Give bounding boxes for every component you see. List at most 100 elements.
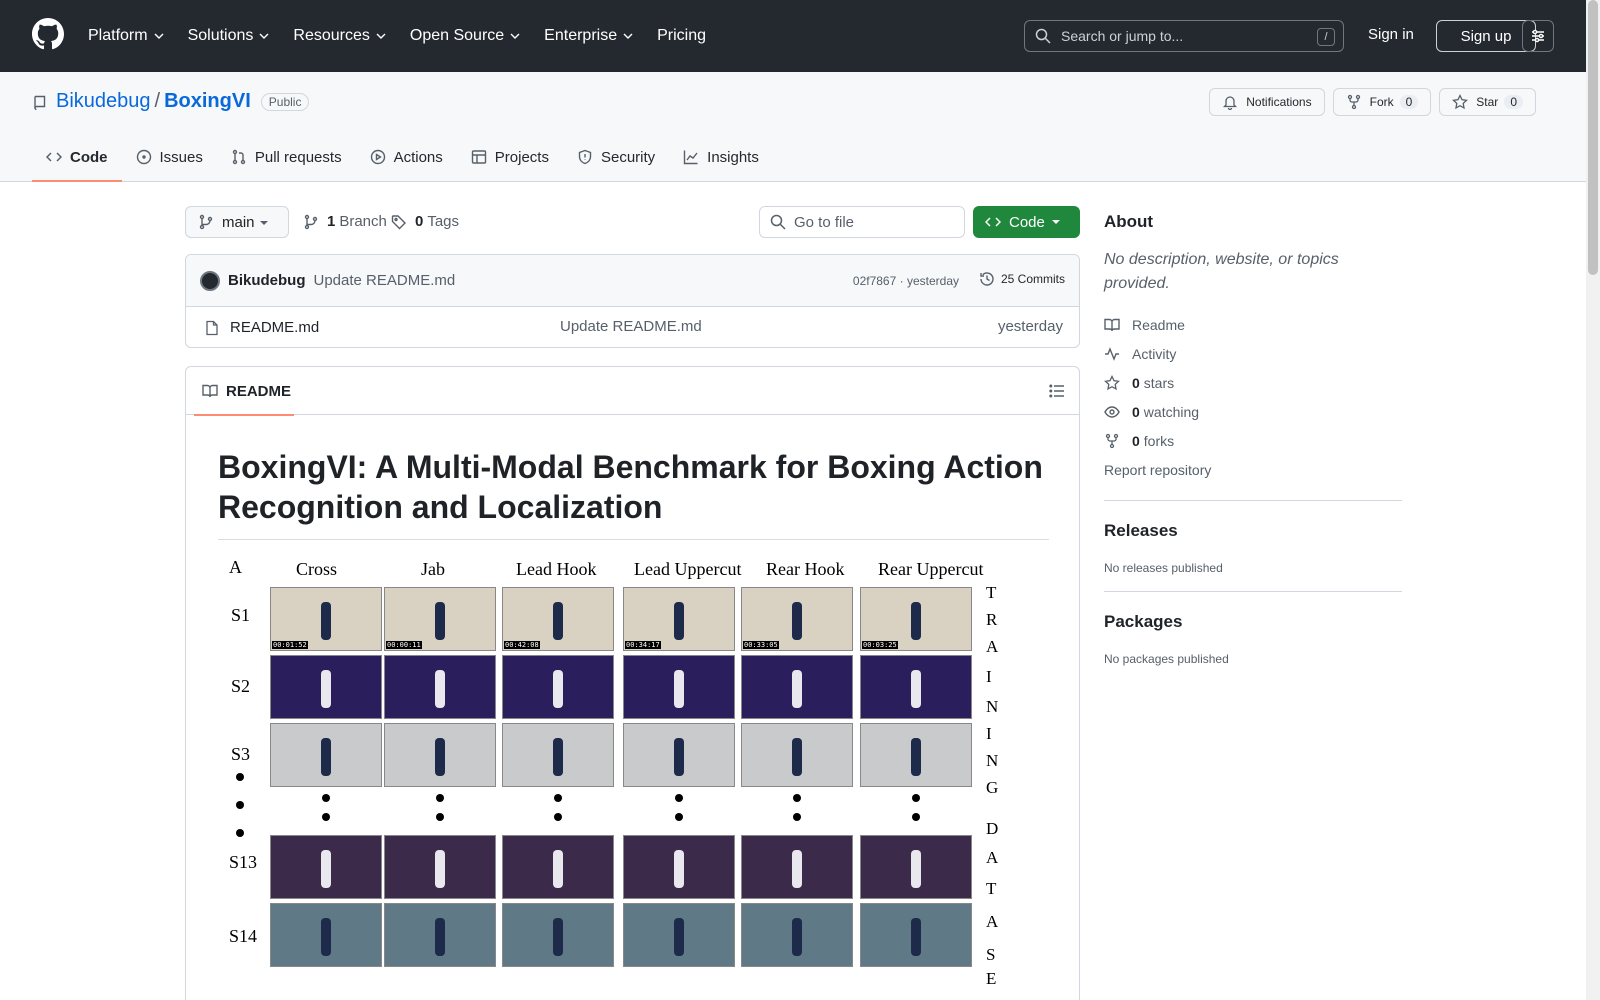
commits-history-link[interactable]: 25 Commits <box>979 271 1065 287</box>
readme-link[interactable]: Readme <box>1104 310 1402 339</box>
tab-issues[interactable]: Issues <box>122 132 217 182</box>
tab-actions[interactable]: Actions <box>356 132 457 182</box>
file-toolbar: main 1 Branch 0 Tags Go to file Code <box>185 206 1080 238</box>
nav-enterprise[interactable]: Enterprise <box>544 27 633 45</box>
play-circle-icon <box>370 149 385 165</box>
figure-ellipsis-dot <box>322 813 330 821</box>
tab-insights[interactable]: Insights <box>669 132 773 182</box>
fork-count: 0 <box>1399 95 1419 109</box>
chevron-down-icon <box>623 33 633 39</box>
releases-heading[interactable]: Releases <box>1104 521 1402 541</box>
search-input[interactable]: Search or jump to... / <box>1024 20 1344 52</box>
figure-col-label: Rear Uppercut <box>878 559 984 579</box>
forks-link[interactable]: 0 forks <box>1104 426 1402 455</box>
code-icon <box>46 152 62 162</box>
repo-name-link[interactable]: BoxingVI <box>164 90 251 113</box>
file-commit-message[interactable]: Update README.md <box>560 318 702 335</box>
boxer-silhouette <box>674 918 684 956</box>
boxer-silhouette <box>553 738 563 776</box>
nav-label: Pricing <box>657 27 706 44</box>
nav-label: Open Source <box>409 27 505 44</box>
code-download-button[interactable]: Code <box>973 206 1080 238</box>
watching-link[interactable]: 0 watching <box>1104 397 1402 426</box>
table-row[interactable]: README.md Update README.md yesterday <box>186 307 1079 347</box>
nav-solutions[interactable]: Solutions <box>188 27 270 45</box>
readme-tab[interactable]: README <box>194 367 294 416</box>
figure-ellipsis-dot <box>236 801 244 809</box>
commit-message-link[interactable]: Update README.md <box>314 272 456 289</box>
nav-resources[interactable]: Resources <box>293 27 386 45</box>
star-button[interactable]: Star 0 <box>1439 88 1536 116</box>
nav-pricing[interactable]: Pricing <box>657 27 706 45</box>
activity-link[interactable]: Activity <box>1104 339 1402 368</box>
about-heading: About <box>1104 212 1154 231</box>
tag-count: 0 <box>415 213 424 230</box>
report-repository-link[interactable]: Report repository <box>1104 455 1402 484</box>
page-scrollbar[interactable] <box>1586 0 1600 1000</box>
figure-ellipsis-dot <box>554 794 562 802</box>
github-logo-icon[interactable] <box>32 18 64 50</box>
commit-hash[interactable]: 02f7867 <box>853 274 896 288</box>
boxer-silhouette <box>674 850 684 888</box>
avatar[interactable] <box>200 270 220 291</box>
repo-tabs: Code Issues Pull requests Actions Projec… <box>32 132 773 182</box>
figure-frame-thumbnail <box>384 655 496 719</box>
branches-link[interactable]: 1 Branch <box>303 213 387 230</box>
figure-frame-thumbnail <box>860 723 972 787</box>
scrollbar-thumb[interactable] <box>1588 0 1598 275</box>
boxer-silhouette <box>553 850 563 888</box>
figure-side-letter: N <box>986 697 999 716</box>
packages-heading[interactable]: Packages <box>1104 612 1402 632</box>
tab-code[interactable]: Code <box>32 132 122 182</box>
figure-side-letter: N <box>986 751 999 770</box>
nav-platform[interactable]: Platform <box>88 27 164 45</box>
branch-icon <box>304 214 318 229</box>
boxer-silhouette <box>553 670 563 708</box>
figure-frame-thumbnail: 00:03:25 <box>860 587 972 651</box>
go-to-file-input[interactable]: Go to file <box>759 206 965 238</box>
nav-label: Solutions <box>187 27 254 44</box>
bell-icon <box>1223 96 1238 110</box>
search-placeholder: Search or jump to... <box>1061 28 1184 44</box>
figure-row-label: S3 <box>231 744 251 764</box>
fork-button[interactable]: Fork 0 <box>1332 88 1432 116</box>
figure-ellipsis-dot <box>436 794 444 802</box>
visibility-badge: Public <box>260 92 310 111</box>
branch-select-button[interactable]: main <box>185 206 289 238</box>
readme-title: BoxingVI: A Multi-Modal Benchmark for Bo… <box>218 447 1049 540</box>
figure-frame-thumbnail <box>741 835 853 899</box>
notifications-button[interactable]: Notifications <box>1209 88 1325 116</box>
figure-frame-thumbnail: 00:00:11 <box>384 587 496 651</box>
figure-frame-thumbnail <box>741 655 853 719</box>
boxer-silhouette <box>435 850 445 888</box>
menu-button[interactable] <box>1522 20 1554 52</box>
tab-pull-requests[interactable]: Pull requests <box>217 132 356 182</box>
commit-author-link[interactable]: Bikudebug <box>228 272 306 289</box>
tab-security[interactable]: Security <box>563 132 669 182</box>
sign-in-link[interactable]: Sign in <box>1368 26 1414 43</box>
commits-count: 25 Commits <box>1000 272 1065 286</box>
figure-corner-label: A <box>229 557 242 577</box>
tab-label: Code <box>70 148 108 166</box>
figure-frame-thumbnail: 00:33:05 <box>741 587 853 651</box>
repo-owner-link[interactable]: Bikudebug <box>56 90 151 113</box>
sign-up-button[interactable]: Sign up <box>1436 20 1536 52</box>
file-name-link[interactable]: README.md <box>230 319 319 336</box>
chevron-down-icon <box>510 33 520 39</box>
figure-frame-thumbnail <box>502 835 614 899</box>
figure-ellipsis-dot <box>793 794 801 802</box>
sliders-icon <box>1532 29 1544 43</box>
chevron-down-icon <box>376 33 386 39</box>
tags-link[interactable]: 0 Tags <box>391 213 459 230</box>
boxer-silhouette <box>321 918 331 956</box>
tab-projects[interactable]: Projects <box>457 132 563 182</box>
figure-ellipsis-dot <box>322 794 330 802</box>
list-icon[interactable] <box>1049 383 1065 399</box>
fork-label: Fork <box>1369 95 1394 109</box>
nav-open-source[interactable]: Open Source <box>410 27 520 45</box>
frame-timestamp: 00:01:52 <box>272 641 308 649</box>
caret-down-icon <box>260 221 268 225</box>
figure-frame-thumbnail: 00:34:17 <box>623 587 735 651</box>
figure-ellipsis-dot <box>793 813 801 821</box>
stars-link[interactable]: 0 stars <box>1104 368 1402 397</box>
